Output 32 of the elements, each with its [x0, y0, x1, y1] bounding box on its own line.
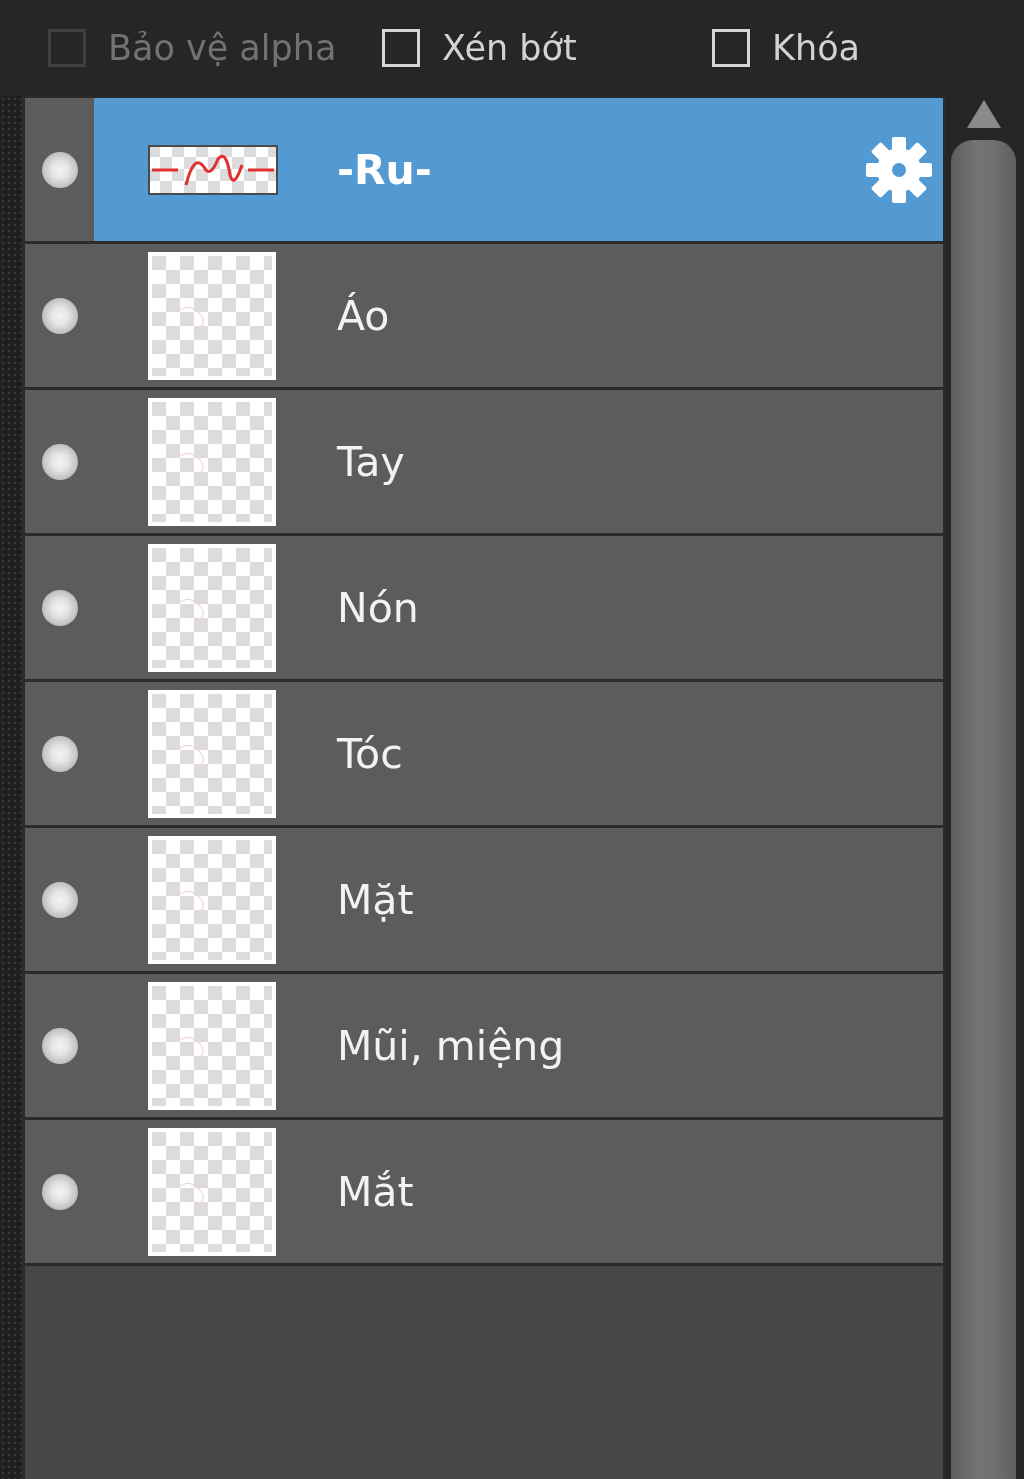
layer-name: Tay	[337, 437, 406, 486]
checkbox[interactable]	[382, 29, 420, 67]
layer-name: Tóc	[337, 729, 404, 778]
visibility-dot-icon[interactable]	[40, 442, 79, 481]
layer-name: Áo	[337, 291, 391, 340]
visibility-dot-icon[interactable]	[40, 1026, 79, 1065]
layer-row[interactable]: Tay	[25, 390, 943, 536]
visibility-dot-icon[interactable]	[40, 150, 79, 189]
layer-row[interactable]: Nón	[25, 536, 943, 682]
settings-icon[interactable]	[865, 135, 933, 204]
visibility-dot-icon[interactable]	[40, 1172, 79, 1211]
layer-row[interactable]: Mắt	[25, 1120, 943, 1266]
checkbox-label: Bảo vệ alpha	[108, 28, 337, 68]
scroll-up-arrow-icon[interactable]	[967, 100, 1001, 128]
checkbox-label: Khóa	[772, 28, 860, 68]
scrollbar-thumb[interactable]	[950, 140, 1016, 1479]
visibility-dot-icon[interactable]	[40, 296, 79, 335]
layer-row[interactable]: Tóc	[25, 682, 943, 828]
checkbox-label: Xén bớt	[442, 28, 577, 68]
visibility-dot-icon[interactable]	[40, 734, 79, 773]
layer-name: Mũi, miệng	[337, 1021, 566, 1070]
visibility-dot-icon[interactable]	[40, 588, 79, 627]
layer-name: Mặt	[337, 875, 415, 924]
checkbox[interactable]	[712, 29, 750, 67]
layer-row[interactable]: Áo	[25, 244, 943, 390]
layer-row[interactable]: Mũi, miệng	[25, 974, 943, 1120]
layer-row[interactable]: Mặt	[25, 828, 943, 974]
layer-row[interactable]: -Ru-	[25, 98, 943, 244]
layer-name: Mắt	[337, 1167, 415, 1216]
visibility-dot-icon[interactable]	[40, 880, 79, 919]
layer-name: -Ru-	[337, 145, 433, 194]
layer-name: Nón	[337, 583, 420, 632]
